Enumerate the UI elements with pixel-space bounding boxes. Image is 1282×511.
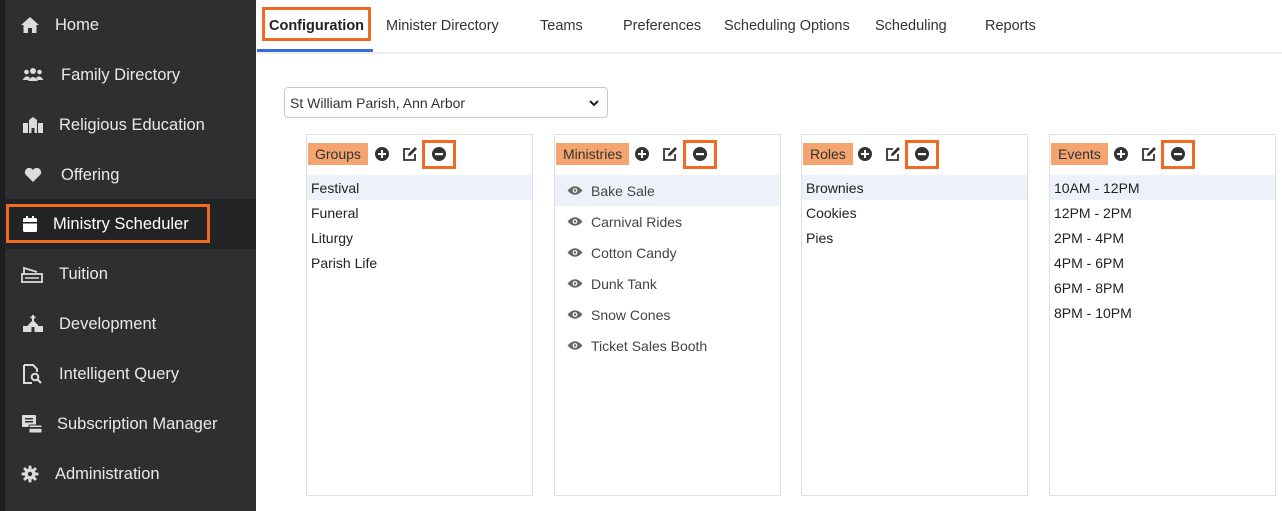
groups-title: Groups — [308, 143, 368, 165]
school-icon — [22, 114, 44, 136]
sidebar-item-family-directory[interactable]: Family Directory — [5, 50, 256, 100]
sidebar-item-label: Family Directory — [61, 65, 181, 84]
sidebar-item-label: Development — [59, 314, 157, 333]
add-icon[interactable] — [374, 146, 390, 162]
tab-teams[interactable]: Teams — [540, 18, 583, 34]
remove-icon[interactable] — [692, 146, 708, 162]
active-tab-indicator — [257, 49, 373, 52]
ministry-label: Carnival Rides — [591, 213, 683, 230]
events-list: 10AM - 12PM 12PM - 2PM 2PM - 4PM 4PM - 6… — [1050, 175, 1275, 325]
edit-icon[interactable] — [402, 146, 418, 162]
tab-scheduling-options[interactable]: Scheduling Options — [724, 18, 850, 34]
list-item[interactable]: Snow Cones — [555, 299, 780, 330]
list-item[interactable]: Festival — [307, 175, 532, 200]
sidebar-item-label: Religious Education — [59, 115, 205, 134]
groups-panel: Groups Festival Funeral Liturgy Parish L… — [306, 134, 533, 496]
sidebar-item-label: Administration — [55, 464, 160, 483]
tab-reports[interactable]: Reports — [985, 18, 1036, 34]
ministries-list: Bake Sale Carnival Rides Cotton Candy Du… — [555, 175, 780, 361]
sidebar-item-ministry-scheduler[interactable]: Ministry Scheduler — [5, 199, 256, 249]
edit-icon[interactable] — [885, 146, 901, 162]
eye-icon[interactable] — [567, 247, 583, 258]
add-icon[interactable] — [1113, 146, 1129, 162]
list-item[interactable]: 6PM - 8PM — [1050, 275, 1275, 300]
sidebar-item-label: Tuition — [59, 264, 108, 283]
add-icon[interactable] — [857, 146, 873, 162]
list-item[interactable]: Ticket Sales Booth — [555, 330, 780, 361]
list-item[interactable]: Liturgy — [307, 225, 532, 250]
sidebar-item-offering[interactable]: Offering — [5, 150, 256, 200]
sidebar-item-administration[interactable]: Administration — [5, 449, 256, 499]
heart-icon — [22, 164, 44, 186]
highlight-box — [6, 204, 210, 243]
eye-icon[interactable] — [567, 216, 583, 227]
roles-title: Roles — [803, 143, 853, 165]
events-title: Events — [1051, 143, 1108, 165]
edit-icon[interactable] — [1141, 146, 1157, 162]
subscription-icon — [21, 413, 43, 435]
gear-icon — [19, 463, 41, 485]
list-item[interactable]: Carnival Rides — [555, 206, 780, 237]
parish-select[interactable]: St William Parish, Ann Arbor — [284, 87, 608, 118]
sidebar-item-label: Subscription Manager — [57, 414, 218, 433]
highlight-box — [262, 7, 371, 41]
sidebar: Home Family Directory Religious Educatio… — [0, 0, 256, 511]
groups-list: Festival Funeral Liturgy Parish Life — [307, 175, 532, 275]
sidebar-item-label: Intelligent Query — [59, 364, 180, 383]
list-item[interactable]: Parish Life — [307, 250, 532, 275]
query-icon — [21, 363, 43, 385]
remove-icon[interactable] — [914, 146, 930, 162]
list-item[interactable]: Cotton Candy — [555, 237, 780, 268]
eye-icon[interactable] — [567, 309, 583, 320]
roles-list: Brownies Cookies Pies — [802, 175, 1027, 250]
sidebar-item-label: Offering — [61, 165, 120, 184]
list-item[interactable]: 8PM - 10PM — [1050, 300, 1275, 325]
home-icon — [19, 14, 41, 36]
sidebar-item-subscription-manager[interactable]: Subscription Manager — [5, 399, 256, 449]
eye-icon[interactable] — [567, 185, 583, 196]
list-item[interactable]: 2PM - 4PM — [1050, 225, 1275, 250]
tab-bar: Configuration Minister Directory Teams P… — [256, 0, 1282, 54]
list-item[interactable]: 12PM - 2PM — [1050, 200, 1275, 225]
sidebar-item-home[interactable]: Home — [5, 0, 256, 50]
tuition-icon — [21, 263, 43, 285]
eye-icon[interactable] — [567, 340, 583, 351]
users-icon — [22, 64, 44, 86]
ministries-panel: Ministries Bake Sale Carnival Rides Cott… — [554, 134, 781, 496]
chevron-down-icon — [588, 96, 600, 112]
list-item[interactable]: Bake Sale — [555, 175, 780, 206]
ministry-label: Cotton Candy — [591, 244, 677, 261]
list-item[interactable]: Pies — [802, 225, 1027, 250]
edit-icon[interactable] — [662, 146, 678, 162]
list-item[interactable]: Brownies — [802, 175, 1027, 200]
sidebar-item-label: Home — [55, 15, 100, 34]
tab-minister-directory[interactable]: Minister Directory — [386, 18, 499, 34]
list-item[interactable]: Cookies — [802, 200, 1027, 225]
tab-scheduling[interactable]: Scheduling — [875, 18, 947, 34]
tab-preferences[interactable]: Preferences — [623, 18, 701, 34]
remove-icon[interactable] — [431, 146, 447, 162]
remove-icon[interactable] — [1170, 146, 1186, 162]
events-panel: Events 10AM - 12PM 12PM - 2PM 2PM - 4PM … — [1049, 134, 1276, 496]
ministry-label: Snow Cones — [591, 306, 671, 323]
sidebar-item-religious-education[interactable]: Religious Education — [5, 100, 256, 150]
sidebar-item-tuition[interactable]: Tuition — [5, 249, 256, 299]
list-item[interactable]: 10AM - 12PM — [1050, 175, 1275, 200]
church-icon — [22, 313, 44, 335]
ministries-title: Ministries — [556, 143, 630, 165]
sidebar-item-intelligent-query[interactable]: Intelligent Query — [5, 349, 256, 399]
ministry-label: Ticket Sales Booth — [591, 337, 708, 354]
list-item[interactable]: Dunk Tank — [555, 268, 780, 299]
add-icon[interactable] — [634, 146, 650, 162]
roles-panel: Roles Brownies Cookies Pies — [801, 134, 1028, 496]
parish-select-value: St William Parish, Ann Arbor — [290, 94, 466, 111]
sidebar-item-development[interactable]: Development — [5, 299, 256, 349]
list-item[interactable]: Funeral — [307, 200, 532, 225]
list-item[interactable]: 4PM - 6PM — [1050, 250, 1275, 275]
eye-icon[interactable] — [567, 278, 583, 289]
ministry-label: Dunk Tank — [591, 275, 657, 292]
ministry-label: Bake Sale — [591, 182, 655, 199]
